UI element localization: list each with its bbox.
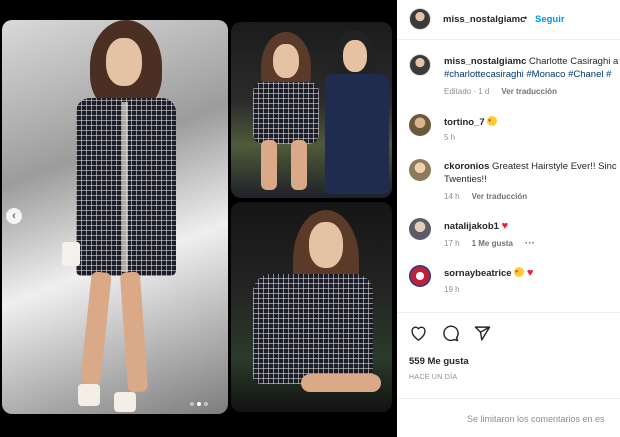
navy-suit [325, 74, 389, 194]
post-date: HACE UN DÍA [409, 374, 458, 381]
follow-button[interactable]: Seguir [535, 14, 565, 25]
avatar[interactable] [409, 8, 431, 30]
avatar[interactable] [409, 218, 431, 240]
divider [397, 398, 620, 399]
smiling-face-with-hearts-icon [514, 266, 525, 278]
share-icon[interactable] [473, 324, 491, 342]
translate-button[interactable]: Ver traducción [472, 192, 528, 201]
comment: natalijakob1 ♥ [444, 220, 508, 233]
right-shoe [114, 392, 136, 412]
caption-meta: Editado · 1 d Ver traducción [444, 87, 557, 96]
carousel-dot-active [197, 402, 201, 406]
avatar[interactable] [409, 265, 431, 287]
post-header: miss_nostalgiamc • Seguir [397, 0, 620, 40]
avatar[interactable] [409, 54, 431, 76]
comment-time: 14 h [444, 192, 460, 201]
post-media: ‹ [0, 0, 397, 437]
red-heart-icon: ♥ [501, 220, 509, 232]
action-bar [409, 324, 491, 342]
comment-time: 5 h [444, 133, 456, 142]
heart-icon[interactable] [409, 324, 427, 342]
face-shape [273, 44, 299, 78]
leg [291, 140, 307, 190]
comment-meta: 14 h Ver traducción [444, 192, 527, 201]
separator-dot: • [524, 13, 528, 23]
comment-username[interactable]: sornaybeatrice [444, 268, 512, 279]
more-options-icon[interactable]: ··· [525, 238, 535, 249]
handbag [62, 242, 80, 266]
comment-likes[interactable]: 1 Me gusta [472, 239, 513, 248]
comment-time: 19 h [444, 285, 460, 294]
translate-button[interactable]: Ver traducción [501, 87, 557, 96]
like-count[interactable]: 559 Me gusta [409, 356, 469, 367]
photo-seated-two-women [231, 22, 392, 198]
knee [301, 374, 381, 392]
caption-username[interactable]: miss_nostalgiamc [444, 56, 526, 67]
comment-meta: 5 h [444, 133, 455, 142]
comment: sornaybeatrice ♥ [444, 266, 534, 280]
left-shoe [78, 384, 100, 406]
photo-standing-woman [2, 20, 228, 414]
red-heart-icon: ♥ [526, 267, 534, 279]
comment: tortino_7 [444, 115, 498, 129]
comment-text-cont: Twenties!! [444, 174, 487, 185]
divider [397, 312, 620, 313]
post-details-panel: miss_nostalgiamc • Seguir miss_nostalgia… [397, 0, 620, 437]
previous-arrow-icon[interactable]: ‹ [6, 208, 22, 224]
tweed-jacket [253, 274, 373, 384]
leg [261, 140, 277, 190]
comment-meta: 19 h [444, 285, 460, 294]
comment-icon[interactable] [441, 324, 459, 342]
face-shape [343, 40, 367, 72]
smiling-face-with-hearts-icon [487, 115, 498, 127]
comment-time: 17 h [444, 239, 460, 248]
dress-trim [122, 102, 128, 272]
left-leg [80, 271, 112, 385]
caption-line1: miss_nostalgiamc Charlotte Casiraghi a [444, 56, 618, 68]
face-shape [106, 38, 142, 86]
avatar[interactable] [409, 114, 431, 136]
comment-meta: 17 h 1 Me gusta ··· [444, 238, 535, 249]
comment-username[interactable]: tortino_7 [444, 117, 485, 128]
avatar[interactable] [409, 159, 431, 181]
comment-username[interactable]: natalijakob1 [444, 221, 499, 232]
comment-username[interactable]: ckoronios [444, 161, 489, 172]
header-username[interactable]: miss_nostalgiamc [443, 14, 525, 25]
face-shape [309, 222, 343, 268]
tweed-jacket [253, 82, 319, 144]
right-leg [119, 271, 149, 393]
carousel-dot [204, 402, 208, 406]
photo-seated-closeup [231, 202, 392, 412]
caption-edited: Editado · 1 d [444, 87, 490, 96]
caption-hashtags[interactable]: #charlottecasiraghi #Monaco #Chanel # [444, 69, 611, 81]
comment-text: Greatest Hairstyle Ever!! Sinc [492, 161, 617, 172]
carousel-dots [190, 402, 208, 406]
carousel-dot [190, 402, 194, 406]
comment: ckoronios Greatest Hairstyle Ever!! Sinc [444, 161, 617, 173]
comments-limited-notice: Se limitaron los comentarios en es [467, 414, 605, 424]
caption-text: Charlotte Casiraghi a [529, 56, 619, 67]
